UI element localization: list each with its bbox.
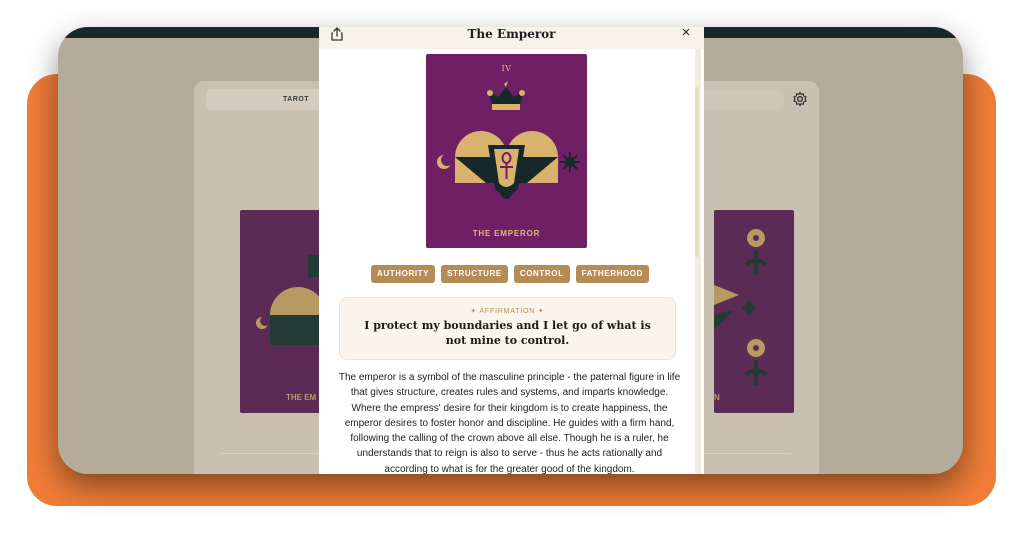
card-description: The emperor is a symbol of the masculine…	[338, 372, 681, 474]
emperor-illustration	[437, 81, 580, 199]
tab-secondary[interactable]	[699, 89, 784, 110]
modal-header: The Emperor ×	[319, 27, 704, 49]
tarot-card-image: IV THE EMPEROR	[426, 54, 587, 248]
tag-authority[interactable]: AUTHORITY	[371, 265, 436, 283]
affirmation-text: I protect my boundaries and I let go of …	[364, 319, 651, 347]
svg-text:N: N	[714, 393, 720, 402]
affirmation-box: ✦ AFFIRMATION ✦ I protect my boundaries …	[339, 297, 676, 360]
svg-text:THE EM: THE EM	[286, 393, 317, 402]
tag-fatherhood[interactable]: FATHERHOOD	[575, 265, 649, 283]
card-name: THE EMPEROR	[472, 229, 541, 238]
affirmation-label: ✦ AFFIRMATION ✦	[470, 308, 545, 315]
background-card-left[interactable]: THE EM	[240, 210, 320, 413]
keyword-tags: AUTHORITY STRUCTURE CONTROL FATHERHOOD	[365, 265, 655, 283]
close-icon[interactable]: ×	[679, 27, 693, 41]
background-card-right[interactable]: N	[714, 210, 794, 413]
card-numeral: IV	[501, 64, 512, 73]
tag-structure[interactable]: STRUCTURE	[441, 265, 508, 283]
scrollbar-thumb[interactable]	[695, 87, 699, 257]
tag-control[interactable]: CONTROL	[513, 265, 570, 283]
card-detail-modal: The Emperor × IV THE EMPEROR AUTHORITY S…	[319, 27, 704, 474]
gear-icon[interactable]	[792, 91, 808, 107]
modal-title: The Emperor	[467, 27, 556, 41]
